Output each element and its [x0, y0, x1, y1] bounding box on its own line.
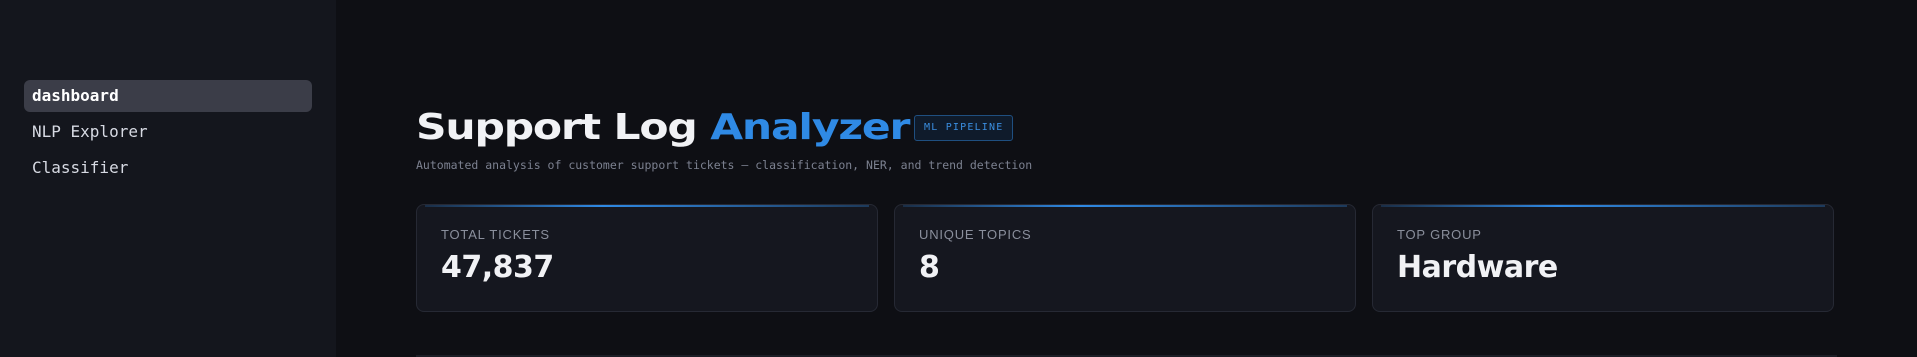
stat-label: UNIQUE TOPICS	[919, 227, 1032, 242]
app-root: dashboard NLP Explorer Classifier Suppor…	[0, 0, 1917, 357]
sidebar-item-classifier[interactable]: Classifier	[24, 152, 312, 184]
stat-card-total-tickets: TOTAL TICKETS 47,837	[416, 204, 878, 312]
title-main: Support Log	[416, 107, 711, 148]
pipeline-badge: ML PIPELINE	[914, 115, 1014, 141]
sidebar-item-dashboard[interactable]: dashboard	[24, 80, 312, 112]
main-content: Support Log Analyzer ML PIPELINE Automat…	[336, 0, 1917, 357]
stat-card-top-group: TOP GROUP Hardware	[1372, 204, 1834, 312]
stat-card-unique-topics: UNIQUE TOPICS 8	[894, 204, 1356, 312]
stat-label: TOP GROUP	[1397, 227, 1482, 242]
sidebar-item-nlp-explorer[interactable]: NLP Explorer	[24, 116, 312, 148]
sidebar: dashboard NLP Explorer Classifier	[0, 0, 336, 357]
stat-value: Hardware	[1397, 250, 1558, 285]
stat-label: TOTAL TICKETS	[441, 227, 550, 242]
stats-cards: TOTAL TICKETS 47,837 UNIQUE TOPICS 8 TOP…	[416, 204, 1834, 312]
page-title: Support Log Analyzer	[416, 104, 910, 152]
title-accent: Analyzer	[710, 107, 910, 148]
stat-value: 8	[919, 250, 940, 285]
page-header: Support Log Analyzer ML PIPELINE Automat…	[416, 104, 1032, 172]
page-subtitle: Automated analysis of customer support t…	[416, 158, 1033, 172]
stat-value: 47,837	[441, 250, 554, 285]
title-row: Support Log Analyzer ML PIPELINE	[416, 104, 1032, 152]
